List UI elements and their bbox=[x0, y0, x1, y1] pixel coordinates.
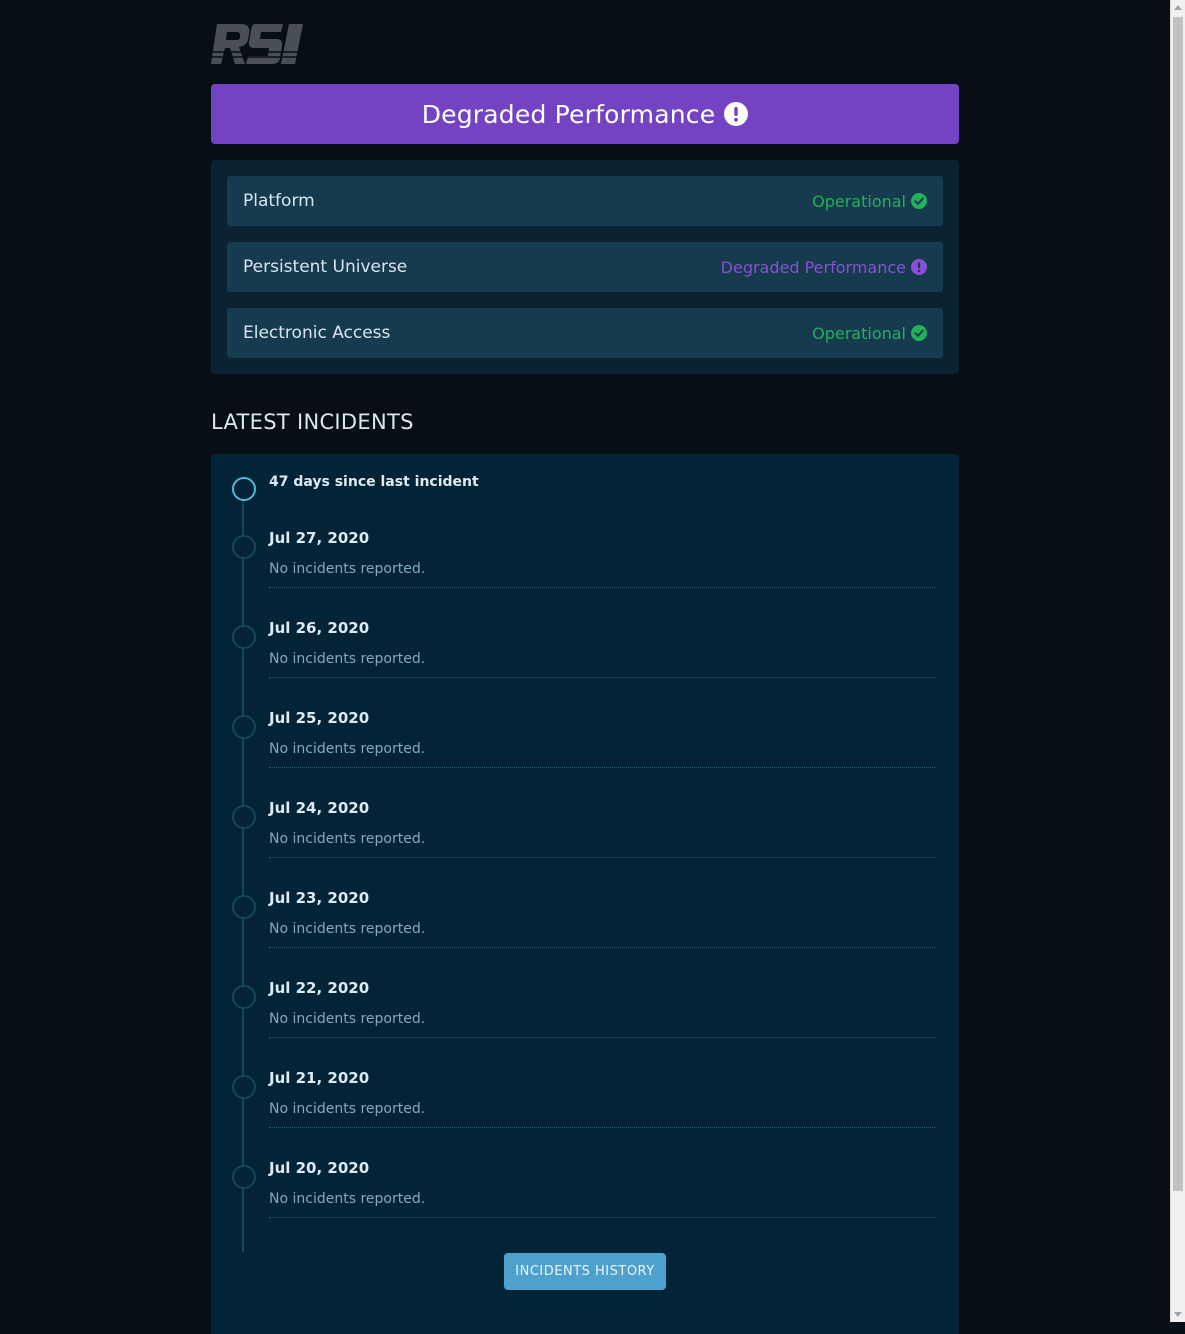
incident-message: No incidents reported. bbox=[269, 651, 426, 667]
incident-day: Jul 24, 2020 No incidents reported. bbox=[211, 799, 959, 895]
timeline-dot-icon bbox=[232, 1165, 256, 1189]
component-name: Platform bbox=[243, 191, 315, 211]
exclamation-circle-icon bbox=[911, 259, 927, 275]
incidents-panel: 47 days since last incident Jul 27, 2020… bbox=[211, 454, 959, 1334]
component-status-text: Degraded Performance bbox=[720, 257, 906, 277]
divider bbox=[269, 1037, 935, 1038]
incident-date: Jul 22, 2020 bbox=[269, 979, 370, 997]
incident-day: Jul 22, 2020 No incidents reported. bbox=[211, 979, 959, 1075]
incident-date: Jul 24, 2020 bbox=[269, 799, 370, 817]
timeline-dot-icon bbox=[232, 1075, 256, 1099]
timeline-dot-icon bbox=[232, 715, 256, 739]
component-name: Electronic Access bbox=[243, 323, 391, 343]
component-status: Operational bbox=[812, 192, 927, 211]
incident-day: Jul 20, 2020 No incidents reported. bbox=[211, 1159, 959, 1255]
timeline-head-circle-icon bbox=[232, 477, 256, 501]
scroll-up-arrow-icon[interactable] bbox=[1174, 5, 1182, 10]
rsi-logo[interactable] bbox=[211, 22, 303, 66]
divider bbox=[269, 1217, 935, 1218]
incident-date: Jul 21, 2020 bbox=[269, 1069, 370, 1087]
exclamation-circle-icon bbox=[724, 102, 749, 126]
incident-date: Jul 26, 2020 bbox=[269, 619, 370, 637]
vertical-scrollbar[interactable] bbox=[1170, 0, 1185, 1322]
component-status-text: Operational bbox=[812, 191, 906, 211]
incident-date: Jul 25, 2020 bbox=[269, 709, 370, 727]
components-panel: Platform Operational Persistent Universe… bbox=[211, 160, 959, 374]
latest-incidents-heading: LATEST INCIDENTS bbox=[211, 410, 414, 434]
divider bbox=[269, 857, 935, 858]
overall-status-banner: Degraded Performance bbox=[211, 84, 959, 144]
overall-status-text: Degraded Performance bbox=[421, 99, 716, 129]
divider bbox=[269, 677, 935, 678]
incident-message: No incidents reported. bbox=[269, 921, 426, 937]
timeline-dot-icon bbox=[232, 625, 256, 649]
divider bbox=[269, 767, 935, 768]
incidents-history-button[interactable]: INCIDENTS HISTORY bbox=[504, 1253, 666, 1290]
incident-day: Jul 27, 2020 No incidents reported. bbox=[211, 529, 959, 625]
timeline-dot-icon bbox=[232, 985, 256, 1009]
incident-date: Jul 27, 2020 bbox=[269, 529, 370, 547]
incident-day: Jul 21, 2020 No incidents reported. bbox=[211, 1069, 959, 1165]
divider bbox=[269, 587, 935, 588]
divider bbox=[269, 1127, 935, 1128]
component-status: Operational bbox=[812, 324, 927, 343]
scrollbar-thumb[interactable] bbox=[1173, 17, 1183, 1191]
check-circle-icon bbox=[911, 325, 927, 341]
timeline-dot-icon bbox=[232, 895, 256, 919]
component-name: Persistent Universe bbox=[243, 257, 408, 277]
incident-day: Jul 25, 2020 No incidents reported. bbox=[211, 709, 959, 805]
incident-message: No incidents reported. bbox=[269, 561, 426, 577]
divider bbox=[269, 947, 935, 948]
component-row-electronic-access: Electronic Access Operational bbox=[227, 308, 943, 358]
incident-date: Jul 23, 2020 bbox=[269, 889, 370, 907]
incident-message: No incidents reported. bbox=[269, 1011, 426, 1027]
component-row-persistent-universe: Persistent Universe Degraded Performance bbox=[227, 242, 943, 292]
incident-date: Jul 20, 2020 bbox=[269, 1159, 370, 1177]
days-since-last-incident: 47 days since last incident bbox=[269, 474, 479, 490]
scroll-down-arrow-icon[interactable] bbox=[1174, 1312, 1182, 1317]
check-circle-icon bbox=[911, 193, 927, 209]
incident-message: No incidents reported. bbox=[269, 831, 426, 847]
component-row-platform: Platform Operational bbox=[227, 176, 943, 226]
component-status-text: Operational bbox=[812, 323, 906, 343]
incident-day: Jul 26, 2020 No incidents reported. bbox=[211, 619, 959, 715]
incident-day: Jul 23, 2020 No incidents reported. bbox=[211, 889, 959, 985]
incident-message: No incidents reported. bbox=[269, 741, 426, 757]
incident-message: No incidents reported. bbox=[269, 1191, 426, 1207]
timeline-dot-icon bbox=[232, 805, 256, 829]
timeline-dot-icon bbox=[232, 535, 256, 559]
component-status: Degraded Performance bbox=[721, 258, 927, 277]
incident-message: No incidents reported. bbox=[269, 1101, 426, 1117]
